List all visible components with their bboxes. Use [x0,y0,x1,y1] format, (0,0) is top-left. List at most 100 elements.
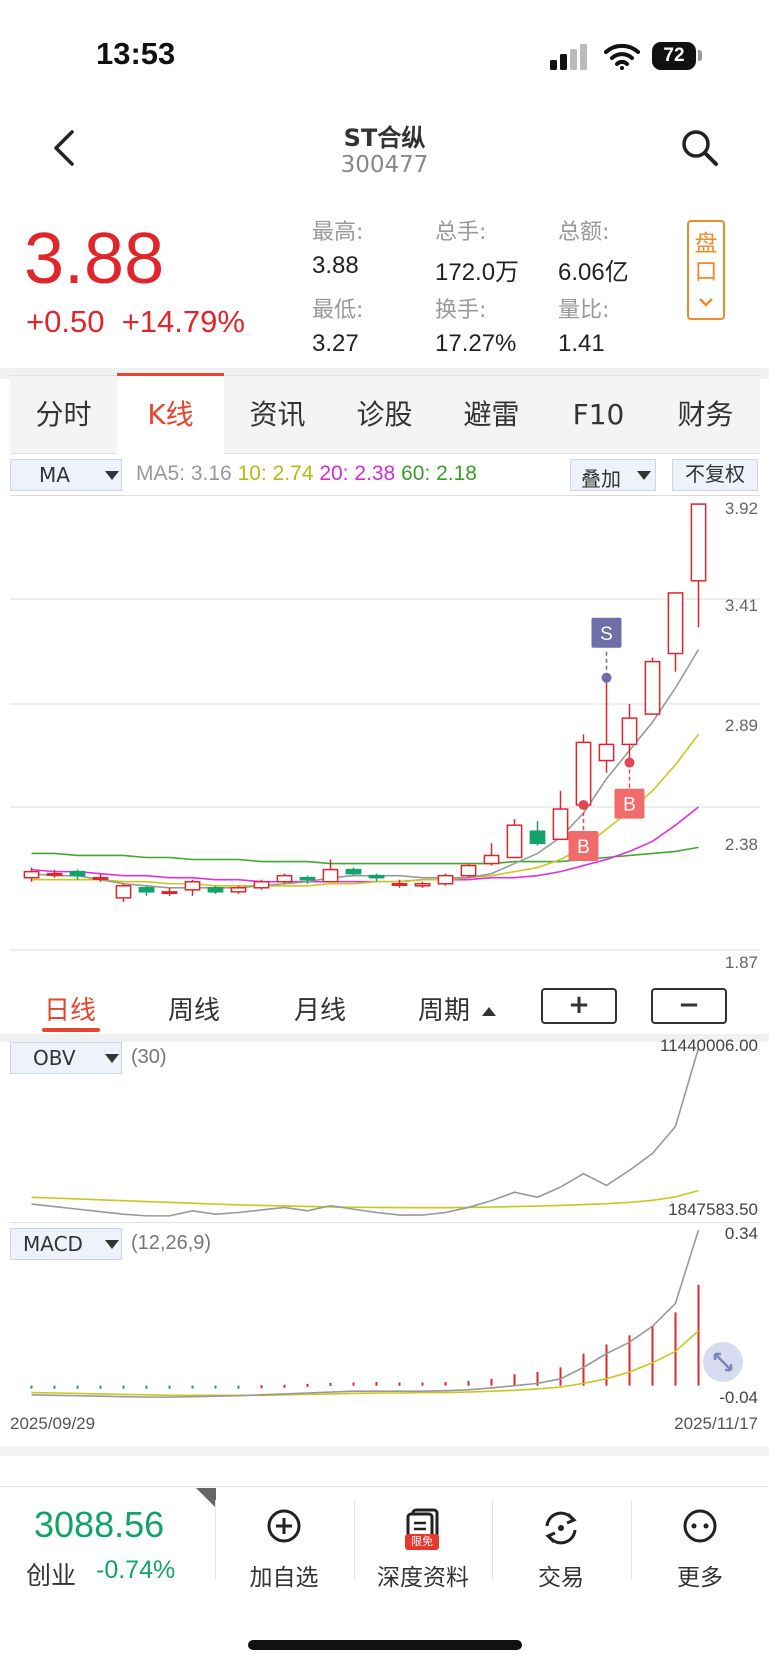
candle-body [483,854,500,865]
candle-body [437,874,454,885]
search-icon[interactable] [680,128,720,168]
macd-chart[interactable] [10,1222,760,1412]
tab-intraday[interactable]: 分时 [10,376,117,453]
candle-body [299,876,316,881]
expand-icon [713,1352,733,1372]
macd-y-min: -0.04 [719,1388,758,1407]
obv-chart[interactable] [10,1042,760,1222]
ma60-value: 60: 2.18 [401,462,477,485]
candle-body [230,887,247,893]
candle-body [575,741,592,806]
x-start-date: 2025/09/29 [10,1414,96,1433]
macd-bar [444,1382,447,1386]
stock-title: ST合纵 [343,124,426,152]
candle-body [621,717,638,746]
tab-bar: 分时 K线 资讯 诊股 避雷 F10 财务 [10,373,760,456]
macd-y-max: 0.34 [724,1224,758,1243]
tab-kline[interactable]: K线 [117,373,224,456]
candle-body [207,887,224,893]
stock-code: 300477 [340,152,429,178]
macd-bar [375,1382,378,1386]
caret-up-icon [482,1007,497,1016]
candle-body [138,887,155,893]
action-label: 交易 [538,1565,584,1591]
dropdown-arrow-icon [637,471,651,480]
period-weekly[interactable]: 周线 [168,990,220,1027]
marker-dot [601,672,612,683]
candle-body [391,882,408,886]
macd-bar [191,1385,194,1389]
signal-icon [550,44,587,70]
tab-finance[interactable]: 财务 [652,376,759,453]
macd-bar [283,1384,286,1388]
candle-body [322,868,339,883]
action-label: 加自选 [249,1565,319,1591]
macd-bar [697,1284,700,1386]
candle-body [253,880,270,889]
macd-bar [214,1385,217,1389]
y-tick-label: 2.38 [724,835,758,854]
action-label: 更多 [677,1565,723,1591]
zoom-out-button[interactable]: − [651,988,727,1024]
candle-body [184,880,201,891]
divider [215,1500,216,1580]
candle-body [529,830,546,845]
macd-bar [30,1385,33,1389]
stat-label-low: 最低: [312,298,364,323]
status-time: 13:53 [96,36,176,71]
macd-bar [53,1385,56,1389]
home-indicator [248,1640,522,1650]
chevron-down-icon [699,298,713,307]
tab-news[interactable]: 资讯 [224,376,331,453]
macd-bar [421,1382,424,1386]
macd-bar [559,1367,562,1386]
macd-bar [398,1382,401,1386]
macd-bar [513,1374,516,1386]
tab-risk[interactable]: 避雷 [438,376,545,453]
ma-selector-label: MA [39,463,70,487]
stat-value-turnover: 17.27% [435,330,517,357]
period-daily[interactable]: 日线 [44,990,96,1027]
stat-value-low: 3.27 [312,330,359,357]
pankou-button[interactable]: 盘 口 [687,220,725,320]
section-divider [0,1034,769,1042]
divider [492,1500,493,1580]
stat-value-volume: 172.0万 [435,259,520,286]
dea-line [31,1330,700,1397]
index-value[interactable]: 3088.56 [34,1504,164,1546]
battery-indicator: 72 [652,42,696,70]
macd-bar [99,1385,102,1389]
change-value: +0.50 [26,304,105,339]
divider [631,1500,632,1580]
x-end-date: 2025/11/17 [674,1414,758,1433]
adjust-selector[interactable]: 不复权 [672,459,758,491]
stat-value-high: 3.88 [312,252,359,279]
zoom-in-button[interactable]: + [541,988,617,1024]
ma-selector[interactable]: MA [10,459,122,491]
index-name[interactable]: 创业 [26,1556,76,1592]
divider [354,1500,355,1580]
candle-body [92,876,109,880]
overlay-selector[interactable]: 叠加 [570,459,656,491]
buy-marker-label: B [623,795,636,816]
candle-body [161,891,178,895]
candle-body [23,870,40,879]
fullscreen-button[interactable] [703,1342,743,1382]
pankou-char-2: 口 [694,259,718,285]
period-monthly[interactable]: 月线 [294,990,346,1027]
price-change: +0.50 +14.79% [26,304,245,340]
obv-y-min: 1847583.50 [668,1200,758,1219]
sync-icon [545,1511,577,1545]
buy-marker-label: B [577,837,590,858]
macd-bar [168,1385,171,1389]
corner-indicator [196,1488,216,1508]
plus-circle-icon [267,1509,301,1543]
kline-chart[interactable]: S B B [10,496,760,976]
candle-body [552,808,569,841]
tab-diagnosis[interactable]: 诊股 [331,376,438,453]
period-cycle[interactable]: 周期 [418,990,497,1027]
stat-label-high: 最高: [312,220,364,245]
tab-f10[interactable]: F10 [545,376,652,453]
index-change[interactable]: -0.74% [96,1556,175,1585]
candle-body [368,874,385,879]
